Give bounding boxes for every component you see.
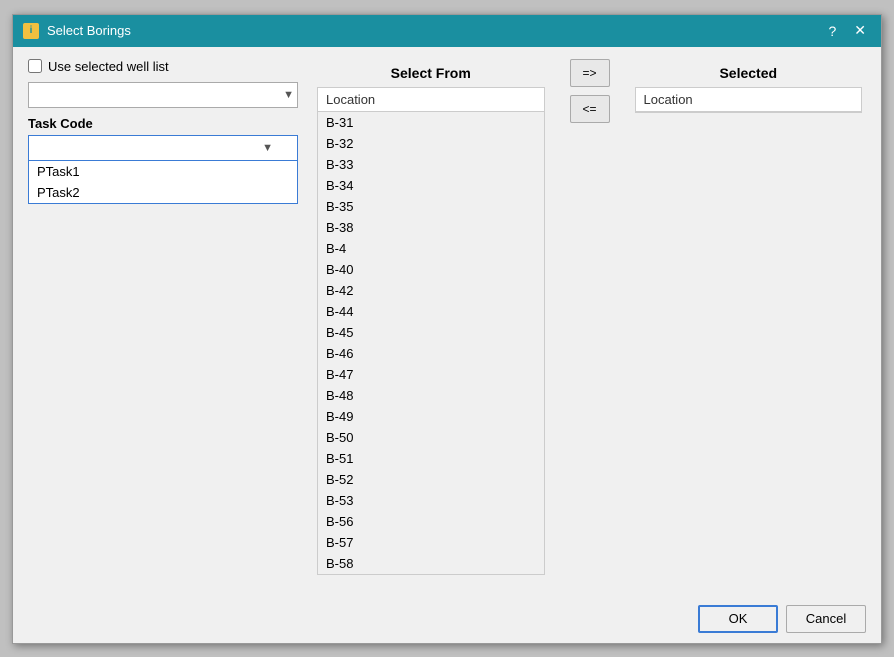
selected-outer: Selected Location [631,59,867,117]
transfer-buttons: => <= [564,59,616,123]
well-dropdown-container: ▼ [28,82,298,108]
ok-button[interactable]: OK [698,605,778,633]
list-item[interactable]: B-32 [318,133,544,154]
list-item[interactable]: B-40 [318,259,544,280]
list-item[interactable]: B-53 [318,490,544,511]
top-section: Use selected well list ▼ Task Code ▼ [28,59,866,585]
list-item[interactable]: B-48 [318,385,544,406]
select-from-outer: Select From Location B-31B-32B-33B-34B-3… [313,59,549,579]
dialog-title: Select Borings [47,23,131,38]
use-selected-well-checkbox[interactable] [28,59,42,73]
list-item[interactable]: B-33 [318,154,544,175]
select-from-column-header: Location [318,88,544,112]
list-item[interactable]: B-45 [318,322,544,343]
well-dropdown[interactable] [28,82,298,108]
dialog-body: Use selected well list ▼ Task Code ▼ [13,47,881,597]
list-item[interactable]: B-49 [318,406,544,427]
list-item[interactable]: B-34 [318,175,544,196]
select-borings-dialog: i Select Borings ? ✕ Use selected well l… [12,14,882,644]
title-bar-left: i Select Borings [23,23,131,39]
list-item[interactable]: B-44 [318,301,544,322]
task-code-section: Task Code ▼ PTask1 PTask2 [28,116,298,161]
selected-list[interactable]: Location [635,87,863,113]
app-icon: i [23,23,39,39]
checkbox-row: Use selected well list [28,59,298,74]
close-button[interactable]: ✕ [849,20,871,41]
title-bar: i Select Borings ? ✕ [13,15,881,47]
add-button[interactable]: => [570,59,610,87]
select-from-list[interactable]: Location B-31B-32B-33B-34B-35B-38B-4B-40… [317,87,545,575]
list-item[interactable]: B-38 [318,217,544,238]
task-option-ptask2[interactable]: PTask2 [29,182,297,203]
task-code-wrapper: ▼ PTask1 PTask2 [28,135,298,161]
task-option-ptask1[interactable]: PTask1 [29,161,297,182]
list-item[interactable]: B-31 [318,112,544,133]
list-item[interactable]: B-47 [318,364,544,385]
footer: OK Cancel [13,597,881,645]
task-code-label: Task Code [28,116,298,131]
selected-column-header: Location [636,88,862,112]
cancel-button[interactable]: Cancel [786,605,866,633]
remove-button[interactable]: <= [570,95,610,123]
list-item[interactable]: B-58 [318,553,544,574]
left-panel: Use selected well list ▼ Task Code ▼ [28,59,298,161]
list-item[interactable]: B-52 [318,469,544,490]
task-code-arrow: ▼ [262,142,273,154]
list-item[interactable]: B-46 [318,343,544,364]
list-item[interactable]: B-51 [318,448,544,469]
checkbox-label: Use selected well list [48,59,169,74]
list-item[interactable]: B-4 [318,238,544,259]
list-item[interactable]: B-56 [318,511,544,532]
list-item[interactable]: B-57 [318,532,544,553]
list-item[interactable]: B-35 [318,196,544,217]
select-from-title: Select From [313,59,549,87]
list-item[interactable]: B-50 [318,427,544,448]
task-dropdown-open: PTask1 PTask2 [28,161,298,204]
selected-title: Selected [631,59,867,87]
title-bar-controls: ? ✕ [823,20,871,41]
task-code-display[interactable]: ▼ [28,135,298,161]
help-button[interactable]: ? [823,21,841,41]
select-from-items: B-31B-32B-33B-34B-35B-38B-4B-40B-42B-44B… [318,112,544,574]
list-item[interactable]: B-42 [318,280,544,301]
